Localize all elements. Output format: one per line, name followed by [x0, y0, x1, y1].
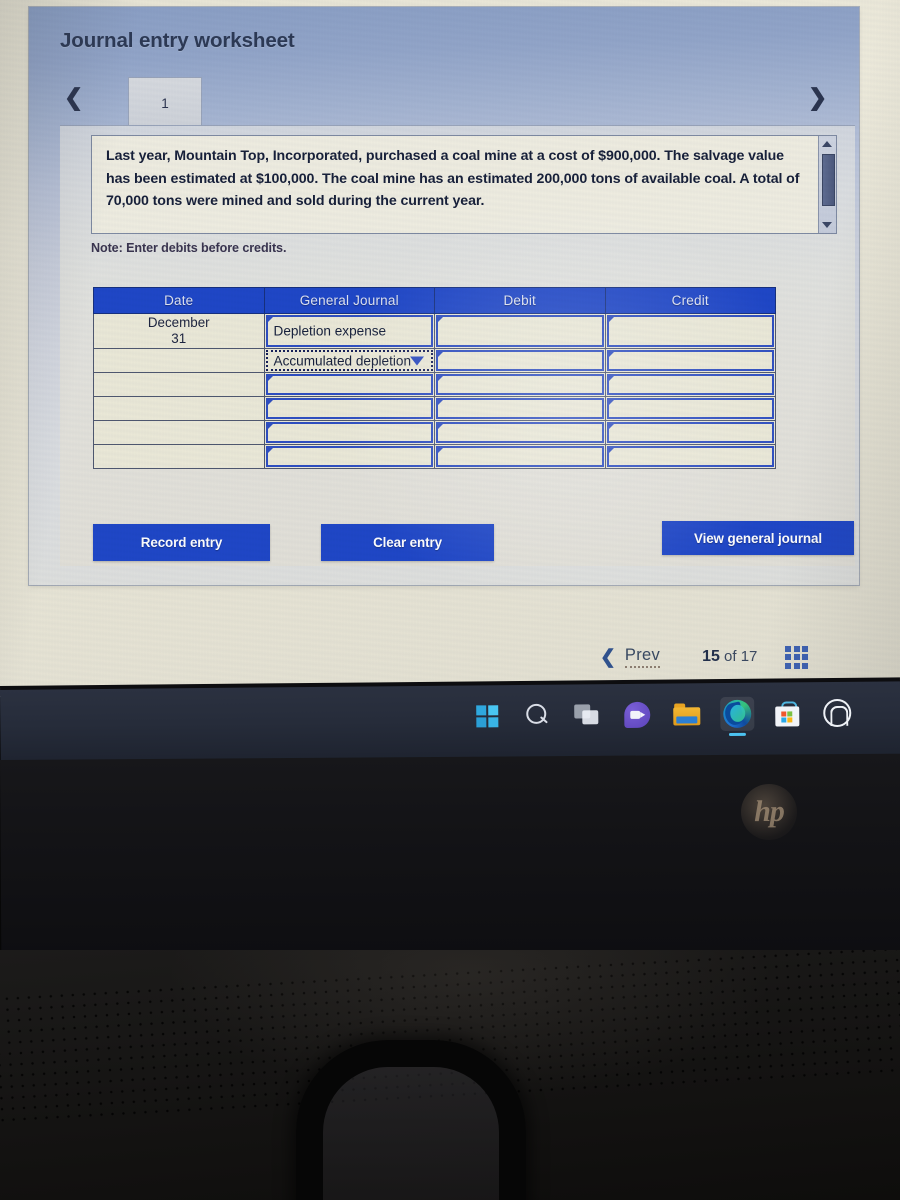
general-journal-table: Date General Journal Debit Credit Decemb… [93, 287, 776, 469]
problem-statement-text: Last year, Mountain Top, Incorporated, p… [106, 148, 800, 209]
tab-1[interactable]: 1 [128, 77, 202, 128]
cell-input[interactable] [265, 398, 433, 419]
cell-general-journal[interactable] [263, 372, 435, 397]
monitor-screen: Journal entry worksheet ❮ 1 ❯ Last year,… [0, 0, 900, 697]
cell-input[interactable]: Depletion expense [265, 315, 433, 347]
worksheet-panel: Last year, Mountain Top, Incorporated, p… [60, 125, 855, 566]
cell-general-journal[interactable]: Accumulated depletion [263, 348, 435, 373]
task-view-icon[interactable] [570, 698, 604, 732]
date-line-1: December [147, 315, 210, 330]
microsoft-edge-icon[interactable] [720, 696, 755, 732]
cell-input[interactable] [606, 446, 774, 467]
file-explorer-icon[interactable] [670, 697, 704, 731]
cell-input[interactable] [606, 374, 774, 395]
chevron-left-icon[interactable]: ❮ [600, 646, 616, 669]
table-row [93, 396, 776, 421]
hp-logo-text: hp [754, 794, 784, 829]
cell-input[interactable] [606, 422, 774, 443]
record-entry-button[interactable]: Record entry [93, 524, 270, 561]
microsoft-store-icon[interactable] [770, 696, 804, 730]
grid-3x3-icon[interactable] [785, 645, 809, 669]
of-label: of [724, 648, 737, 665]
cell-credit[interactable] [604, 420, 776, 445]
scroll-down-arrow-icon[interactable] [822, 222, 832, 228]
column-header-credit: Credit [604, 287, 776, 314]
account-select[interactable]: Accumulated depletion [265, 350, 433, 371]
cell-input[interactable] [436, 446, 604, 467]
table-body: December 31 Depletion expense Accumulated d… [93, 313, 776, 469]
cell-value: Accumulated depletion [273, 353, 412, 368]
cell-input[interactable] [265, 446, 433, 467]
arch-app-icon[interactable] [820, 696, 854, 730]
view-general-journal-button[interactable]: View general journal [662, 521, 854, 555]
hp-logo: hp [740, 783, 798, 841]
cell-date[interactable] [93, 396, 265, 421]
chevron-left-icon[interactable]: ❮ [64, 86, 83, 109]
monitor-stand [296, 1040, 526, 1200]
taskbar-icon-group [470, 696, 854, 734]
table-row: Accumulated depletion [93, 348, 776, 373]
cell-credit[interactable] [604, 348, 776, 373]
cell-debit[interactable] [434, 420, 606, 445]
current-page-number: 15 [702, 648, 720, 665]
cell-general-journal[interactable] [263, 444, 435, 469]
cell-date[interactable] [93, 420, 265, 445]
total-page-number: 17 [740, 648, 758, 665]
column-header-general-journal: General Journal [263, 287, 435, 314]
cell-general-journal[interactable] [263, 420, 435, 445]
cell-debit[interactable] [434, 348, 606, 373]
cell-input[interactable] [436, 374, 604, 395]
cell-value: Depletion expense [273, 323, 387, 339]
table-row [93, 420, 776, 445]
worksheet-tabstrip: ❮ 1 ❯ [60, 74, 855, 129]
chat-teams-icon[interactable] [620, 698, 654, 732]
date-line-2: 31 [171, 331, 187, 346]
cell-debit[interactable] [434, 372, 606, 397]
cell-input[interactable] [265, 374, 433, 395]
page-counter: 15 of 17 [702, 648, 757, 666]
cell-general-journal[interactable] [263, 396, 435, 421]
debits-before-credits-note: Note: Enter debits before credits. [91, 241, 287, 255]
cell-debit[interactable] [434, 396, 606, 421]
chevron-right-icon[interactable]: ❯ [808, 86, 827, 109]
clear-entry-button[interactable]: Clear entry [321, 524, 494, 561]
cell-credit[interactable] [604, 372, 776, 397]
table-row [93, 372, 776, 397]
cell-date[interactable] [93, 444, 265, 469]
cell-credit[interactable] [604, 444, 776, 469]
problem-statement-box: Last year, Mountain Top, Incorporated, p… [91, 135, 837, 234]
cell-general-journal[interactable]: Depletion expense [263, 313, 435, 349]
cell-debit[interactable] [434, 444, 606, 469]
column-header-debit: Debit [434, 287, 606, 314]
table-row [93, 444, 776, 469]
scroll-up-arrow-icon[interactable] [822, 141, 832, 147]
journal-entry-card: Journal entry worksheet ❮ 1 ❯ Last year,… [29, 7, 859, 585]
table-header-row: Date General Journal Debit Credit [93, 287, 776, 314]
cell-date[interactable] [93, 348, 265, 373]
scrollbar-thumb[interactable] [822, 154, 835, 206]
cell-input[interactable] [436, 350, 604, 371]
cell-date[interactable] [93, 372, 265, 397]
cell-credit[interactable] [604, 313, 776, 349]
prev-page-link[interactable]: Prev [624, 646, 661, 668]
cell-input[interactable] [436, 315, 604, 347]
column-header-date: Date [93, 287, 265, 314]
cell-input[interactable] [606, 350, 774, 371]
cell-input[interactable] [606, 315, 774, 347]
cell-debit[interactable] [434, 313, 606, 349]
page-title: Journal entry worksheet [60, 29, 295, 52]
cell-input[interactable] [436, 398, 604, 419]
windows-start-icon[interactable] [470, 699, 504, 733]
cell-credit[interactable] [604, 396, 776, 421]
search-icon[interactable] [520, 699, 554, 733]
problem-scrollbar[interactable] [818, 136, 836, 233]
cell-input[interactable] [606, 398, 774, 419]
monitor-photo: Journal entry worksheet ❮ 1 ❯ Last year,… [0, 0, 900, 1200]
cell-input[interactable] [436, 422, 604, 443]
cell-date[interactable]: December 31 [93, 313, 265, 349]
pagination-footer: ❮ Prev 15 of 17 [600, 640, 875, 674]
table-row: December 31 Depletion expense [93, 313, 776, 349]
cell-input[interactable] [265, 422, 433, 443]
chevron-down-icon[interactable] [410, 356, 424, 365]
